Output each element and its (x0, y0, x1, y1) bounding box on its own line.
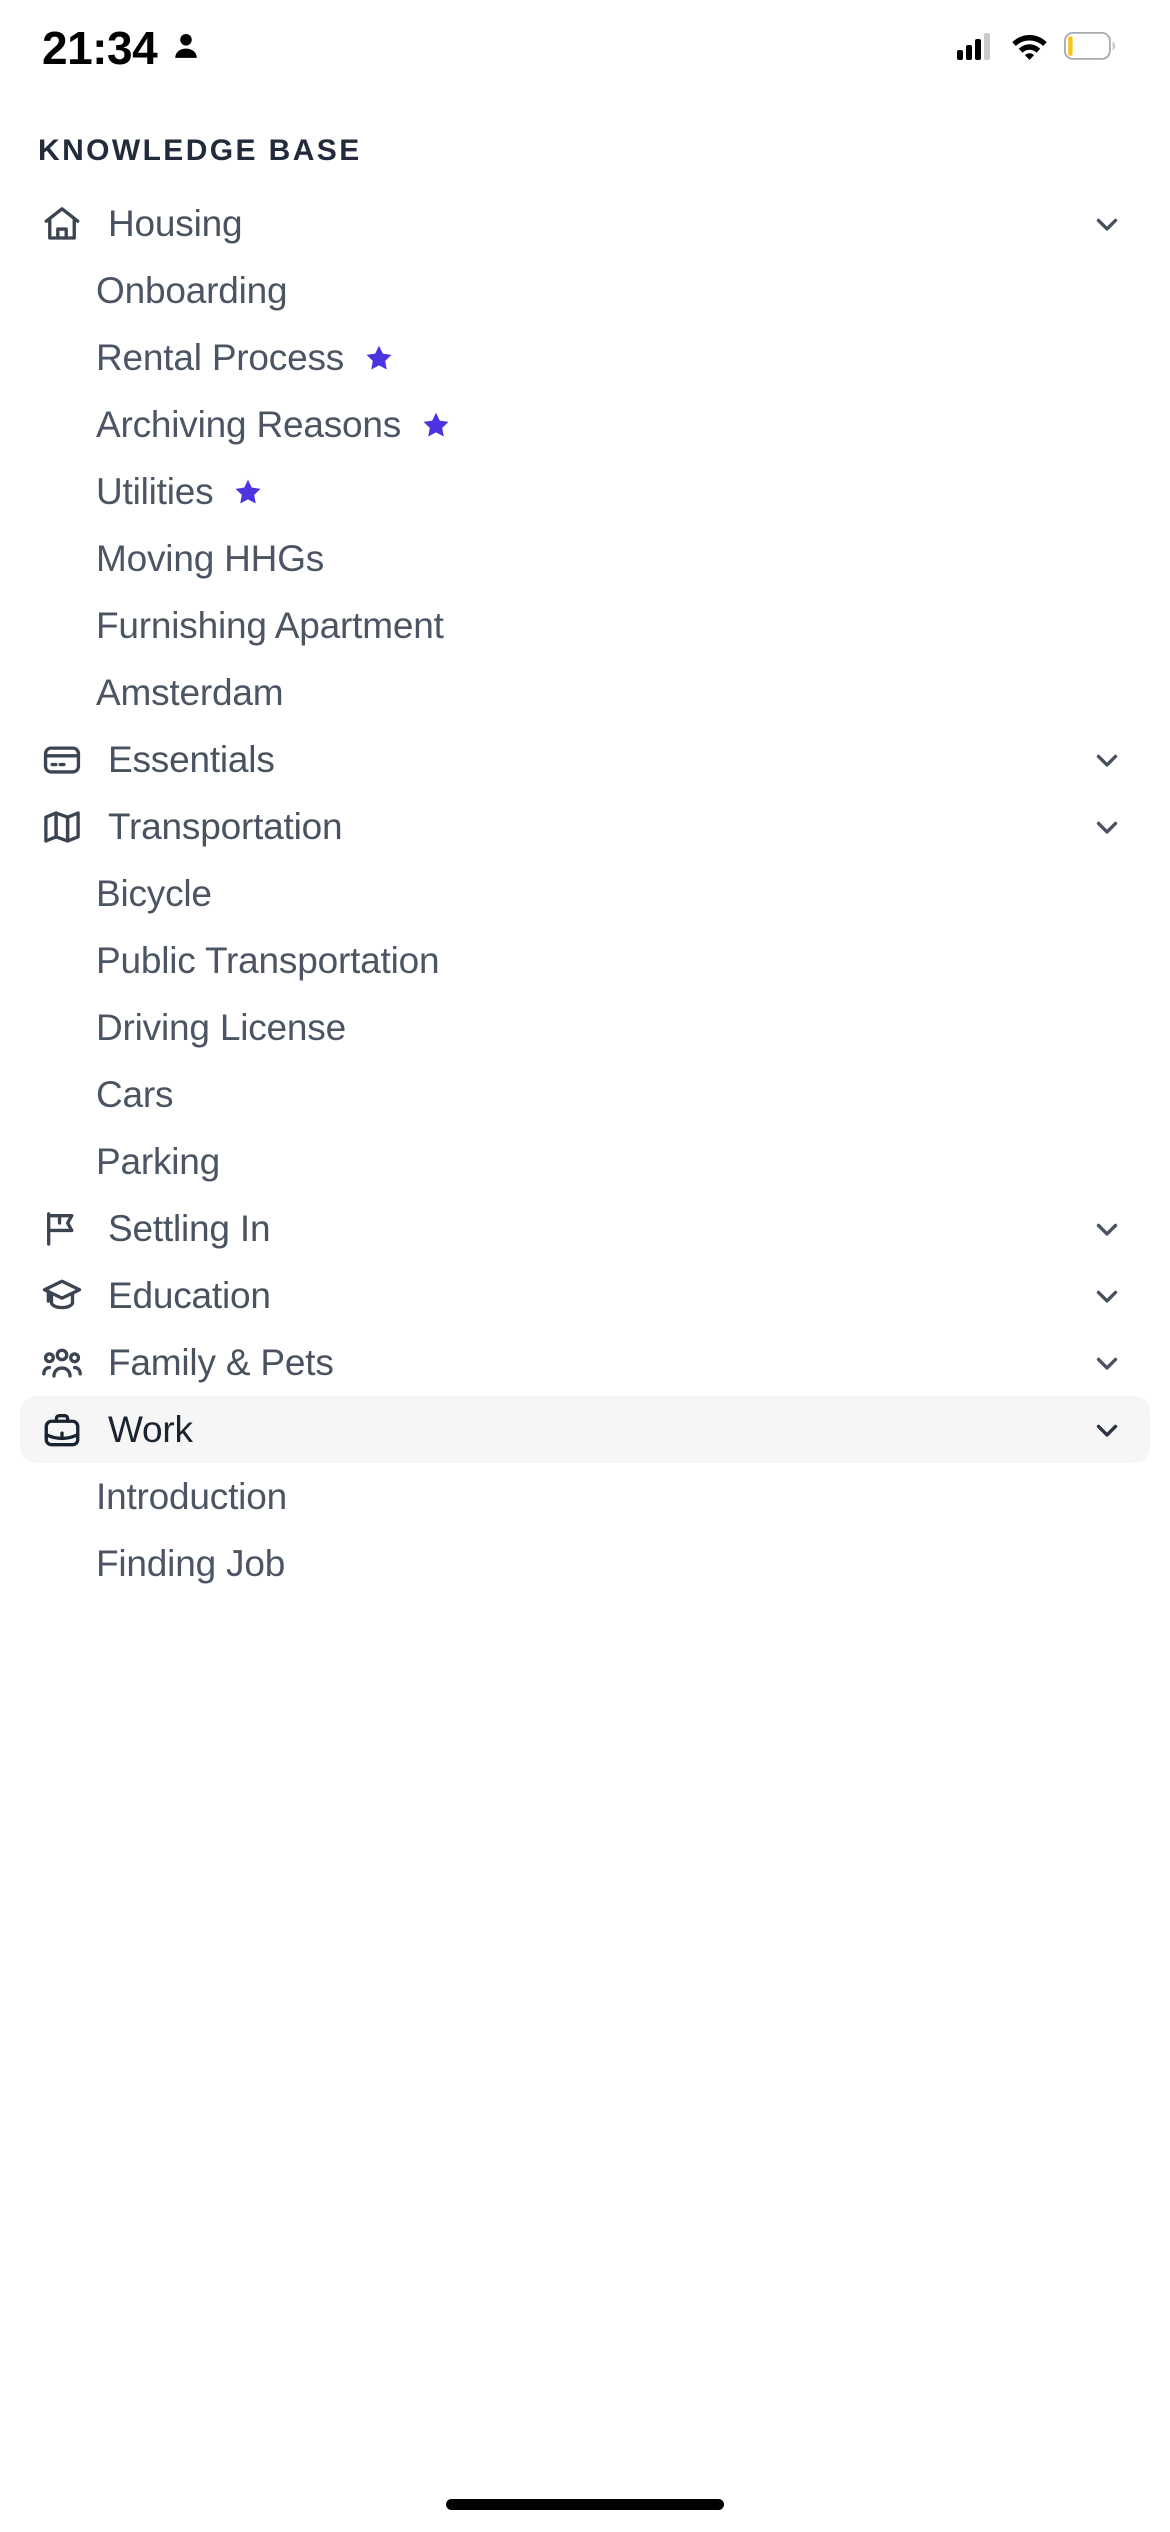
app-screen: 21:34 (0, 0, 1170, 2532)
status-bar-clock: 21:34 (42, 25, 157, 71)
nav-item-archiving-reasons[interactable]: Archiving Reasons (20, 391, 1150, 458)
nav-item-label: Onboarding (96, 270, 287, 312)
nav-section-label: Work (108, 1409, 193, 1451)
nav-section-education[interactable]: Education (20, 1262, 1150, 1329)
nav-section-label: Family & Pets (108, 1342, 334, 1384)
chevron-down-icon[interactable] (1088, 1411, 1126, 1449)
chevron-down-icon[interactable] (1088, 1210, 1126, 1248)
nav-item-label: Archiving Reasons (96, 404, 401, 446)
nav-section-label: Education (108, 1275, 271, 1317)
nav-section-transportation[interactable]: Transportation (20, 793, 1150, 860)
wifi-icon (1011, 32, 1048, 65)
house-icon (38, 200, 86, 248)
people-group-icon (38, 1339, 86, 1387)
battery-low-icon (1064, 32, 1116, 65)
nav-item-label: Utilities (96, 471, 213, 513)
nav-item-label: Amsterdam (96, 672, 283, 714)
nav-item-utilities[interactable]: Utilities (20, 458, 1150, 525)
nav-item-label: Parking (96, 1141, 220, 1183)
nav-item-driving-license[interactable]: Driving License (20, 994, 1150, 1061)
page-title: KNOWLEDGE BASE (0, 96, 1170, 190)
chevron-down-icon[interactable] (1088, 741, 1126, 779)
nav-item-moving-hhgs[interactable]: Moving HHGs (20, 525, 1150, 592)
nav-section-label: Housing (108, 203, 242, 245)
chevron-down-icon[interactable] (1088, 808, 1126, 846)
nav-item-label: Bicycle (96, 873, 212, 915)
status-bar-right (957, 32, 1116, 65)
cellular-signal-icon (957, 32, 995, 65)
nav-item-amsterdam[interactable]: Amsterdam (20, 659, 1150, 726)
nav-section-settling-in[interactable]: Settling In (20, 1195, 1150, 1262)
nav-item-furnishing-apartment[interactable]: Furnishing Apartment (20, 592, 1150, 659)
nav-item-cars[interactable]: Cars (20, 1061, 1150, 1128)
nav-item-label: Introduction (96, 1476, 287, 1518)
nav-section-label: Essentials (108, 739, 275, 781)
nav-section-family-pets[interactable]: Family & Pets (20, 1329, 1150, 1396)
nav-section-label: Settling In (108, 1208, 270, 1250)
briefcase-icon (38, 1406, 86, 1454)
nav-item-finding-job[interactable]: Finding Job (20, 1530, 1150, 1597)
nav-item-rental-process[interactable]: Rental Process (20, 324, 1150, 391)
chevron-down-icon[interactable] (1088, 1344, 1126, 1382)
status-bar-left: 21:34 (42, 25, 201, 71)
nav-section-label: Transportation (108, 806, 342, 848)
star-icon (364, 343, 394, 373)
graduation-cap-icon (38, 1272, 86, 1320)
nav-section-essentials[interactable]: Essentials (20, 726, 1150, 793)
nav-item-label: Cars (96, 1074, 173, 1116)
star-icon (233, 477, 263, 507)
nav-item-onboarding[interactable]: Onboarding (20, 257, 1150, 324)
nav-item-label: Public Transportation (96, 940, 439, 982)
nav-item-parking[interactable]: Parking (20, 1128, 1150, 1195)
nav-section-work[interactable]: Work (20, 1396, 1150, 1463)
flag-icon (38, 1205, 86, 1253)
nav-item-bicycle[interactable]: Bicycle (20, 860, 1150, 927)
map-icon (38, 803, 86, 851)
nav-item-label: Finding Job (96, 1543, 285, 1585)
nav-section-housing[interactable]: Housing (20, 190, 1150, 257)
credit-card-icon (38, 736, 86, 784)
star-icon (421, 410, 451, 440)
chevron-down-icon[interactable] (1088, 1277, 1126, 1315)
person-icon (171, 29, 201, 68)
nav-item-introduction[interactable]: Introduction (20, 1463, 1150, 1530)
nav-item-label: Driving License (96, 1007, 346, 1049)
knowledge-base-nav: Housing Onboarding Rental Process Archiv… (0, 190, 1170, 1597)
nav-item-label: Rental Process (96, 337, 344, 379)
home-indicator-bar (446, 2499, 724, 2510)
nav-item-label: Moving HHGs (96, 538, 324, 580)
nav-item-public-transportation[interactable]: Public Transportation (20, 927, 1150, 994)
status-bar: 21:34 (0, 0, 1170, 96)
chevron-down-icon[interactable] (1088, 205, 1126, 243)
nav-item-label: Furnishing Apartment (96, 605, 444, 647)
